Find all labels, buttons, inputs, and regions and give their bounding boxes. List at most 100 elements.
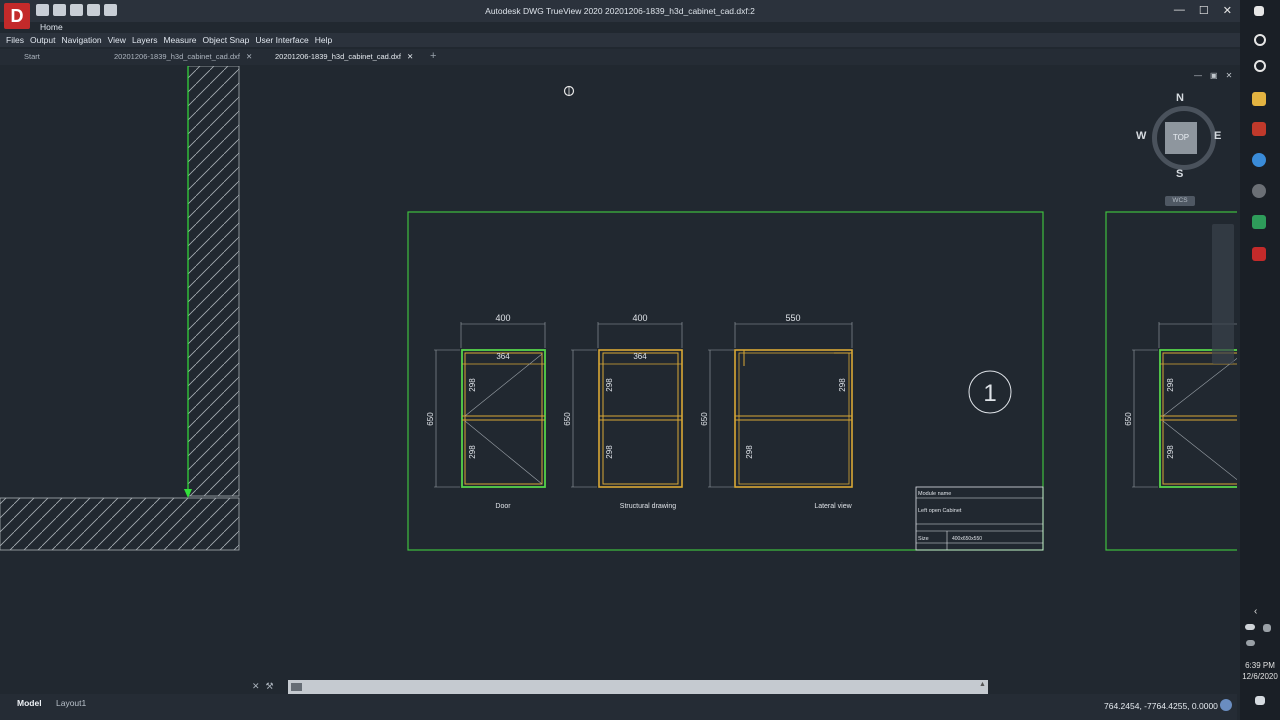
- viewcube[interactable]: N S E W TOP: [1136, 90, 1226, 186]
- cabinet-partial-view: [1159, 349, 1237, 488]
- dimension-lines: [434, 322, 1237, 488]
- layout-tabs-bar: [0, 694, 1237, 720]
- window-controls: — ☐ ✕: [1174, 4, 1232, 17]
- menu-files[interactable]: Files: [6, 35, 24, 45]
- tab-document-2[interactable]: 20201206-1839_h3d_cabinet_cad.dxf: [275, 52, 401, 61]
- label-door: Door: [495, 503, 511, 510]
- compass-south[interactable]: S: [1176, 168, 1183, 180]
- title-module-value: Left open Cabinet: [918, 508, 962, 514]
- wrench-icon[interactable]: ⚒: [266, 681, 274, 692]
- viewcube-top-face[interactable]: TOP: [1165, 122, 1197, 154]
- menu-output[interactable]: Output: [30, 35, 56, 45]
- label-structural: Structural drawing: [620, 503, 677, 510]
- dim-half: 298: [605, 378, 614, 392]
- ribbon-tab-home[interactable]: Home: [40, 22, 63, 32]
- close-button[interactable]: ✕: [1223, 4, 1232, 17]
- sheet-frame: [407, 211, 1044, 551]
- dwg-trueview-icon[interactable]: [1252, 247, 1266, 261]
- compass-west[interactable]: W: [1136, 130, 1146, 142]
- compass-east[interactable]: E: [1214, 130, 1221, 142]
- dim-structural-width: 400: [632, 313, 647, 323]
- onedrive-icon[interactable]: [1245, 624, 1255, 630]
- dim-door-inner: 364: [496, 352, 510, 361]
- view-labels: Door Structural drawing Lateral view: [495, 503, 852, 510]
- dim-lateral-width: 550: [785, 313, 800, 323]
- clock-time: 6:39 PM: [1245, 661, 1275, 670]
- chrome-icon[interactable]: [1252, 153, 1266, 167]
- drawing-canvas[interactable]: 400 400 550 364 364 650 650 650 650 298 …: [0, 66, 1237, 694]
- dim-half: 298: [468, 378, 477, 392]
- dim-height: 650: [563, 412, 572, 426]
- tab-document-1[interactable]: 20201206-1839_h3d_cabinet_cad.dxf: [114, 52, 240, 61]
- dim-height: 650: [700, 412, 709, 426]
- dim-half: 298: [838, 378, 847, 392]
- dim-half: 298: [468, 445, 477, 459]
- viewport-close-button[interactable]: ✕: [1226, 71, 1233, 80]
- command-input[interactable]: [292, 681, 968, 692]
- dimension-texts: 400 400 550 364 364 650 650 650 650 298 …: [426, 313, 1175, 459]
- tab-close-icon[interactable]: ✕: [407, 52, 413, 61]
- window-title: Autodesk DWG TrueView 2020 20201206-1839…: [485, 6, 755, 16]
- section-number: 1: [983, 380, 996, 407]
- battery-icon[interactable]: [1246, 640, 1255, 646]
- menu-navigation[interactable]: Navigation: [61, 35, 101, 45]
- tab-close-icon[interactable]: ✕: [246, 52, 252, 61]
- app-icon[interactable]: [1252, 215, 1266, 229]
- new-tab-button[interactable]: +: [430, 50, 436, 62]
- cabinet-structural-view: [598, 349, 683, 488]
- dim-height: 650: [426, 412, 435, 426]
- search-icon[interactable]: [1254, 34, 1266, 46]
- section-bubble: 1: [968, 370, 1012, 414]
- dim-height: 650: [1124, 412, 1133, 426]
- command-history-arrow-icon[interactable]: ▲: [979, 681, 986, 688]
- dim-structural-inner: 364: [633, 352, 647, 361]
- file-explorer-icon[interactable]: [1252, 92, 1266, 106]
- dim-half: 298: [1166, 445, 1175, 459]
- windows-start-icon[interactable]: [1254, 6, 1264, 16]
- viewport-minimize-button[interactable]: —: [1194, 71, 1202, 80]
- menu-bar: Files Output Navigation View Layers Meas…: [6, 35, 332, 45]
- menu-object-snap[interactable]: Object Snap: [203, 35, 250, 45]
- hatched-wall: [0, 66, 240, 551]
- menu-view[interactable]: View: [108, 35, 126, 45]
- navigation-bar[interactable]: [1212, 224, 1234, 364]
- menu-measure[interactable]: Measure: [163, 35, 196, 45]
- tab-model[interactable]: Model: [17, 698, 42, 708]
- command-line-tools: ✕ ⚒: [252, 681, 274, 692]
- system-clock[interactable]: 6:39 PM 12/6/2020: [1240, 660, 1280, 682]
- tab-start[interactable]: Start: [24, 52, 40, 61]
- menu-user-interface[interactable]: User Interface: [255, 35, 308, 45]
- title-module-label: Module name: [918, 491, 951, 497]
- dim-half: 298: [745, 445, 754, 459]
- chevron-left-icon[interactable]: ‹: [1254, 606, 1264, 617]
- tab-layout1[interactable]: Layout1: [56, 698, 86, 708]
- pan-hand-icon: [563, 85, 575, 97]
- dim-door-width: 400: [495, 313, 510, 323]
- maximize-button[interactable]: ☐: [1199, 4, 1209, 17]
- compass-north[interactable]: N: [1176, 92, 1184, 104]
- document-tabs: Start 20201206-1839_h3d_cabinet_cad.dxf …: [0, 49, 1240, 65]
- dim-half: 298: [1166, 378, 1175, 392]
- dim-half: 298: [605, 445, 614, 459]
- task-view-icon[interactable]: [1254, 60, 1266, 72]
- menu-help[interactable]: Help: [315, 35, 332, 45]
- wifi-icon[interactable]: [1263, 624, 1271, 632]
- title-size-value: 400x650x550: [952, 536, 982, 542]
- title-size-label: Size: [918, 536, 929, 542]
- viewport-restore-button[interactable]: ▣: [1210, 71, 1218, 80]
- wcs-menu[interactable]: WCS: [1165, 196, 1195, 206]
- obs-icon[interactable]: [1252, 184, 1266, 198]
- viewport-controls: — ▣ ✕: [1194, 71, 1232, 80]
- coordinates-readout: 764.2454, -7764.4255, 0.0000: [1104, 701, 1218, 711]
- menu-layers[interactable]: Layers: [132, 35, 158, 45]
- app-icon[interactable]: [1252, 122, 1266, 136]
- notifications-icon[interactable]: [1255, 696, 1265, 705]
- clock-date: 12/6/2020: [1242, 672, 1278, 681]
- cabinet-door-view: [461, 349, 546, 488]
- close-icon[interactable]: ✕: [252, 681, 260, 692]
- label-lateral: Lateral view: [814, 503, 852, 510]
- title-block: Module name Left open Cabinet Size 400x6…: [915, 486, 1044, 551]
- minimize-button[interactable]: —: [1174, 4, 1185, 17]
- cabinet-lateral-view: [734, 349, 853, 488]
- customization-icon[interactable]: [1220, 699, 1232, 711]
